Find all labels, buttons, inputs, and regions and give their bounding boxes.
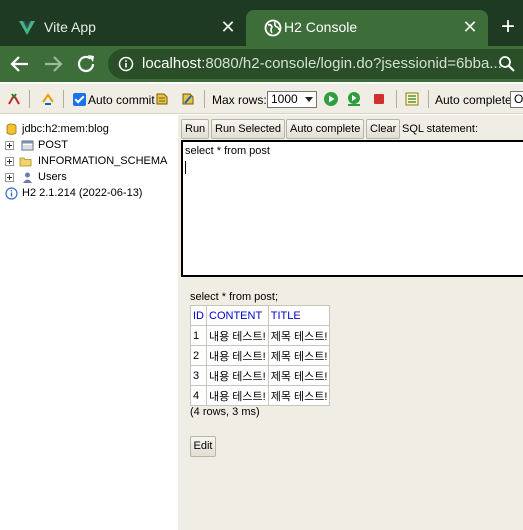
toolbar-separator: [204, 90, 205, 108]
max-rows-value: 1000: [271, 92, 298, 106]
clear-button[interactable]: Clear: [366, 119, 401, 139]
auto-complete-label: Auto complete: [435, 93, 512, 107]
close-tab-icon[interactable]: ✕: [460, 17, 480, 37]
tab-h2-console[interactable]: H2 Console ✕: [246, 10, 488, 46]
tab-title: H2 Console: [284, 19, 358, 35]
row-count: (4 rows, 3 ms): [190, 406, 260, 418]
max-rows-select[interactable]: 1000: [267, 91, 317, 108]
database-icon: [6, 123, 17, 135]
commit-icon[interactable]: [154, 91, 170, 107]
disconnect-icon[interactable]: [6, 91, 22, 107]
toolbar-separator: [63, 90, 64, 108]
table-cell: 제목 테스트!: [267, 345, 331, 366]
browser-nav-bar: localhost:8080/h2-console/login.do?jsess…: [0, 46, 523, 82]
table-cell: 내용 테스트!: [206, 325, 269, 346]
toolbar-separator: [29, 90, 30, 108]
refresh-icon[interactable]: [40, 91, 56, 107]
auto-commit-checkbox[interactable]: [73, 93, 86, 106]
vite-logo-icon: [19, 21, 35, 35]
auto-complete-select[interactable]: O: [510, 91, 523, 108]
expand-icon[interactable]: [5, 173, 14, 182]
run-selected-button[interactable]: Run Selected: [211, 119, 286, 139]
column-header[interactable]: CONTENT: [206, 305, 269, 326]
folder-icon: [19, 157, 32, 167]
run-selected-icon[interactable]: [346, 91, 362, 107]
table-cell: 내용 테스트!: [206, 365, 269, 386]
expand-icon[interactable]: [5, 157, 14, 166]
toolbar-separator: [396, 90, 397, 108]
back-arrow-icon[interactable]: [8, 52, 32, 76]
sql-text: select * from post: [185, 145, 270, 157]
table-header-row: ID CONTENT TITLE: [190, 305, 331, 326]
table-cell: 제목 테스트!: [267, 385, 331, 406]
tab-vite-app[interactable]: Vite App ✕: [0, 10, 246, 46]
forward-arrow-icon[interactable]: [41, 52, 65, 76]
globe-icon: [264, 19, 282, 37]
schema-tree: jdbc:h2:mem:blog POST INFORMATION_SCHEMA…: [0, 115, 178, 530]
table-cell: 2: [190, 345, 207, 366]
column-header[interactable]: ID: [190, 305, 207, 326]
expand-icon[interactable]: [5, 141, 14, 150]
table-row: 2 내용 테스트! 제목 테스트!: [190, 345, 331, 366]
result-table: ID CONTENT TITLE 1 내용 테스트! 제목 테스트! 2 내용 …: [190, 305, 331, 406]
history-icon[interactable]: [404, 91, 420, 107]
run-button[interactable]: Run: [181, 119, 210, 139]
tree-item-label: Users: [38, 171, 67, 183]
site-info-icon[interactable]: [118, 56, 134, 72]
text-cursor: [185, 161, 186, 174]
sql-editor[interactable]: select * from post: [181, 140, 523, 277]
table-row: 3 내용 테스트! 제목 테스트!: [190, 365, 331, 386]
url-text: localhost:8080/h2-console/login.do?jsess…: [142, 55, 502, 72]
column-header[interactable]: TITLE: [267, 305, 331, 326]
table-cell: 내용 테스트!: [206, 345, 269, 366]
users-icon: [23, 172, 32, 183]
auto-complete-value: O: [514, 92, 523, 106]
auto-complete-button[interactable]: Auto complete: [286, 119, 365, 139]
chevron-down-icon: [305, 97, 313, 102]
run-icon[interactable]: [323, 91, 339, 107]
tree-item-label: POST: [38, 139, 68, 151]
zoom-icon[interactable]: [498, 55, 516, 73]
edit-button[interactable]: Edit: [190, 436, 216, 457]
sql-statement-label: SQL statement:: [402, 123, 479, 135]
version-label: H2 2.1.214 (2022-06-13): [22, 187, 143, 199]
table-cell: 4: [190, 385, 207, 406]
address-bar[interactable]: localhost:8080/h2-console/login.do?jsess…: [108, 49, 523, 79]
tab-title: Vite App: [44, 19, 96, 35]
toolbar-separator: [428, 90, 429, 108]
table-cell: 내용 테스트!: [206, 385, 269, 406]
reload-icon[interactable]: [74, 52, 98, 76]
table-row: 1 내용 테스트! 제목 테스트!: [190, 325, 331, 346]
table-cell: 1: [190, 325, 207, 346]
auto-commit-label: Auto commit: [88, 93, 155, 107]
browser-tab-bar: Vite App ✕ H2 Console ✕ +: [0, 0, 523, 46]
table-cell: 3: [190, 365, 207, 386]
query-panel: Run Run Selected Auto complete Clear SQL…: [178, 115, 523, 530]
result-query: select * from post;: [190, 291, 279, 303]
h2-toolbar: Auto commit Max rows: 1000 Auto complete…: [0, 84, 523, 114]
connection-label: jdbc:h2:mem:blog: [22, 123, 109, 135]
table-cell: 제목 테스트!: [267, 325, 331, 346]
table-row: 4 내용 테스트! 제목 테스트!: [190, 385, 331, 406]
table-icon: [21, 140, 34, 151]
rollback-icon[interactable]: [180, 91, 196, 107]
max-rows-label: Max rows:: [212, 93, 267, 107]
new-tab-button[interactable]: +: [496, 15, 520, 39]
table-cell: 제목 테스트!: [267, 365, 331, 386]
tree-item-label: INFORMATION_SCHEMA: [38, 155, 168, 167]
close-tab-icon[interactable]: ✕: [218, 17, 238, 37]
stop-icon[interactable]: [371, 91, 387, 107]
info-icon: [5, 187, 18, 200]
